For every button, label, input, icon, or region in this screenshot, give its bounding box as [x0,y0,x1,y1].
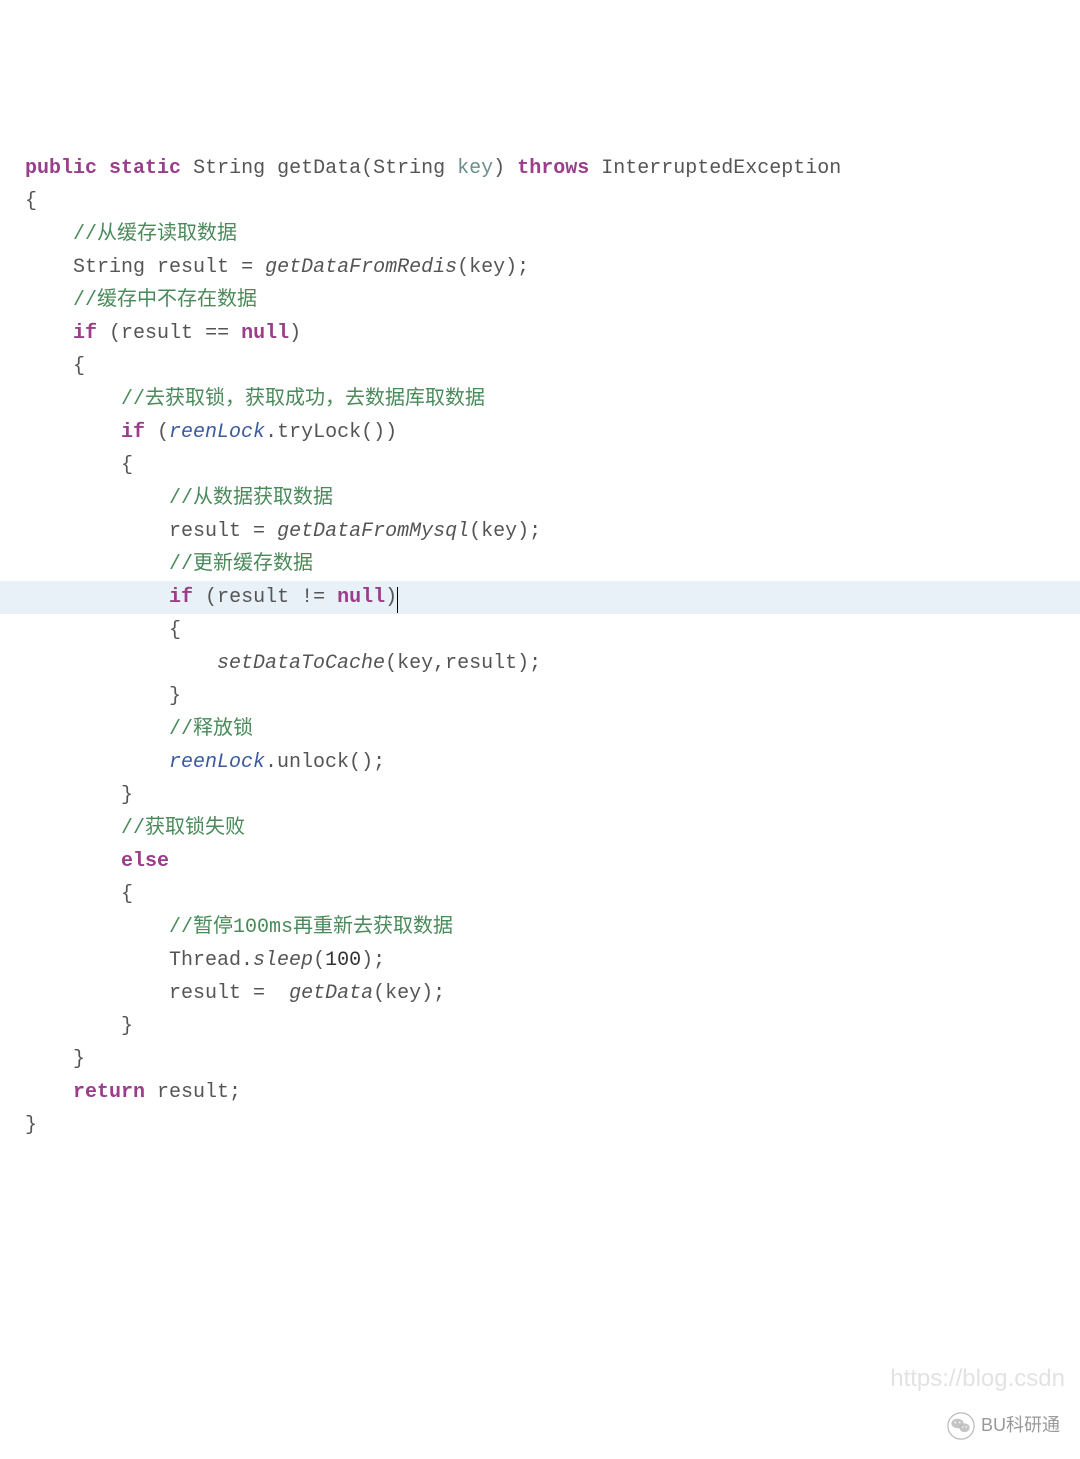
kw-return: return [73,1081,145,1104]
call: .unlock(); [265,751,385,774]
var-name: result [157,256,229,279]
comment: //释放锁 [169,718,253,741]
wechat-badge-text: BU科研通 [981,1411,1060,1441]
field-ref: reenLock [169,751,265,774]
method-call: getDataFromMysql [277,520,469,543]
text-cursor [397,587,398,613]
arg: key [469,256,505,279]
wechat-icon [947,1412,975,1440]
assign: result = [169,982,289,1005]
code-block: public static String getData(String key)… [25,152,1055,1142]
return-val: result; [145,1081,241,1104]
kw-else: else [121,850,169,873]
kw-null: null [325,586,385,609]
param-name: key [457,157,493,180]
call: .tryLock()) [265,421,397,444]
brace: } [121,1015,133,1038]
brace: { [25,190,37,213]
wechat-badge: BU科研通 [947,1411,1060,1441]
arg: key [481,520,517,543]
op: == [205,322,229,345]
method-name: getData [277,157,361,180]
args: (key,result); [385,652,541,675]
return-type: String [193,157,265,180]
comment: //更新缓存数据 [169,553,313,576]
assign: result = [169,520,277,543]
kw-null: null [229,322,289,345]
kw-public: public [25,157,97,180]
kw-static: static [109,157,181,180]
op: != [301,586,325,609]
brace: } [121,784,133,807]
kw-throws: throws [517,157,589,180]
highlighted-line: if (result != null) [0,581,1080,614]
kw-if: if [121,421,145,444]
arg: key [385,982,421,1005]
brace: } [73,1048,85,1071]
assign: = [229,256,265,279]
param-type: String [373,157,445,180]
comment: //获取锁失败 [121,817,245,840]
comment: //去获取锁，获取成功，去数据库取数据 [121,388,485,411]
brace: { [121,883,133,906]
brace: { [73,355,85,378]
method-call: setDataToCache [217,652,385,675]
comment: //缓存中不存在数据 [73,289,257,312]
brace: { [121,454,133,477]
method-call: sleep [253,949,313,972]
method-call: getData [289,982,373,1005]
comment: //暂停100ms再重新去获取数据 [169,916,453,939]
brace: } [25,1114,37,1137]
kw-if: if [73,322,97,345]
cond: result [121,322,205,345]
kw-if: if [169,586,193,609]
watermark-url: https://blog.csdn [890,1359,1065,1399]
brace: { [169,619,181,642]
method-call: getDataFromRedis [265,256,457,279]
cond: result [217,586,301,609]
class-ref: Thread. [169,949,253,972]
number: 100 [325,949,361,972]
comment: //从数据获取数据 [169,487,333,510]
brace: } [169,685,181,708]
exception-type: InterruptedException [601,157,841,180]
comment: //从缓存读取数据 [73,223,237,246]
var-type: String [73,256,145,279]
field-ref: reenLock [169,421,265,444]
